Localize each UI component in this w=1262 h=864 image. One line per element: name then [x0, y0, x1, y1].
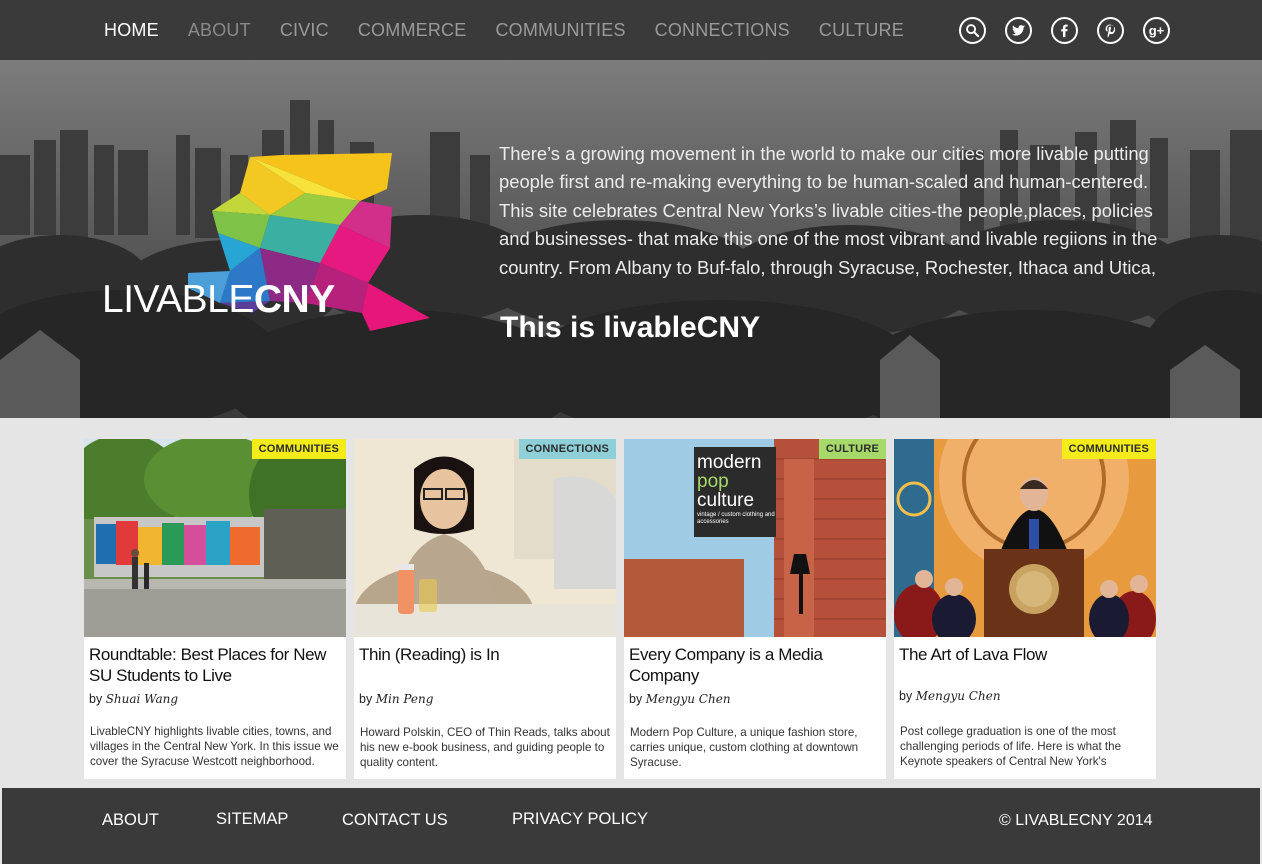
nav-communities[interactable]: COMMUNITIES [495, 20, 625, 41]
article-byline: by Min Peng [359, 692, 433, 706]
footer-about-link[interactable]: ABOUT [102, 811, 159, 830]
nav-civic[interactable]: CIVIC [280, 20, 329, 41]
copyright: © LIVABLECNY 2014 [999, 812, 1153, 829]
article-image-westcott[interactable] [84, 439, 346, 637]
article-title[interactable]: Thin (Reading) is In [359, 644, 611, 665]
article-description: Post college graduation is one of the mo… [900, 725, 1122, 768]
store-sign-subtitle: vintage / custom clothing and accessorie… [697, 512, 775, 525]
article-card[interactable]: COMMUNITIES The Art of Lava Flow by Meng… [894, 439, 1156, 779]
footer-privacy-link[interactable]: PRIVACY POLICY [512, 810, 648, 829]
article-image-commencement[interactable] [894, 439, 1156, 637]
author-name[interactable]: Min Peng [376, 692, 434, 706]
facebook-icon[interactable] [1051, 17, 1078, 44]
article-card[interactable]: modern pop culture vintage / custom clot… [624, 439, 886, 779]
category-badge[interactable]: CULTURE [818, 439, 886, 459]
nav-commerce[interactable]: COMMERCE [358, 20, 467, 41]
author-name[interactable]: Mengyu Chen [646, 692, 731, 706]
byline-prefix: by [899, 689, 913, 703]
article-byline: by Mengyu Chen [629, 692, 731, 706]
nav-connections[interactable]: CONNECTIONS [655, 20, 790, 41]
category-badge[interactable]: COMMUNITIES [1061, 439, 1156, 459]
store-sign-line-2: pop [697, 471, 729, 492]
google-plus-icon[interactable]: g+ [1143, 17, 1170, 44]
author-name[interactable]: Mengyu Chen [916, 689, 1001, 703]
hero-tagline: This is livableCNY [500, 311, 761, 344]
author-name[interactable]: Shuai Wang [106, 692, 178, 706]
footer-sitemap-link[interactable]: SITEMAP [216, 810, 288, 829]
logo-word-thin: LIVABLE [102, 278, 254, 321]
footer: ABOUT SITEMAP CONTACT US PRIVACY POLICY … [2, 788, 1260, 864]
twitter-icon[interactable] [1005, 17, 1032, 44]
article-cards: COMMUNITIES Roundtable: Best Places for … [84, 439, 1164, 779]
footer-contact-link[interactable]: CONTACT US [342, 811, 448, 830]
main-menu: HOME ABOUT CIVIC COMMERCE COMMUNITIES CO… [104, 0, 933, 60]
logo-wordmark: LIVABLECNY [102, 278, 335, 322]
article-byline: by Mengyu Chen [899, 689, 1001, 703]
pinterest-icon[interactable] [1097, 17, 1124, 44]
byline-prefix: by [629, 692, 643, 706]
hero-banner: LIVABLECNY There’s a growing movement in… [0, 60, 1262, 418]
search-icon[interactable] [959, 17, 986, 44]
nav-home[interactable]: HOME [104, 20, 159, 41]
article-image-modern-pop-culture[interactable]: modern pop culture vintage / custom clot… [624, 439, 886, 637]
article-description: Howard Polskin, CEO of Thin Reads, talks… [360, 726, 610, 769]
article-title[interactable]: Roundtable: Best Places for New SU Stude… [89, 644, 341, 686]
store-sign-line-1: modern [697, 452, 762, 473]
article-byline: by Shuai Wang [89, 692, 178, 706]
article-description: LivableCNY highlights livable cities, to… [90, 725, 339, 768]
byline-prefix: by [89, 692, 103, 706]
social-icons: g+ [959, 17, 1189, 44]
article-card[interactable]: COMMUNITIES Roundtable: Best Places for … [84, 439, 346, 779]
store-sign: modern pop culture vintage / custom clot… [697, 453, 775, 526]
article-description: Modern Pop Culture, a unique fashion sto… [630, 726, 859, 769]
google-plus-glyph: g+ [1148, 23, 1165, 38]
category-badge[interactable]: CONNECTIONS [518, 439, 616, 459]
top-nav: HOME ABOUT CIVIC COMMERCE COMMUNITIES CO… [0, 0, 1262, 60]
article-image-thin-reads[interactable] [354, 439, 616, 637]
article-title[interactable]: The Art of Lava Flow [899, 644, 1151, 665]
hero-paragraph: There’s a growing movement in the world … [499, 143, 1158, 278]
store-sign-line-3: culture [697, 490, 755, 511]
byline-prefix: by [359, 692, 373, 706]
category-badge[interactable]: COMMUNITIES [251, 439, 346, 459]
nav-culture[interactable]: CULTURE [819, 20, 904, 41]
article-card[interactable]: CONNECTIONS Thin (Reading) is In by Min … [354, 439, 616, 779]
article-title[interactable]: Every Company is a Media Company [629, 644, 881, 686]
logo-word-bold: CNY [253, 278, 335, 321]
nav-about[interactable]: ABOUT [188, 20, 251, 41]
